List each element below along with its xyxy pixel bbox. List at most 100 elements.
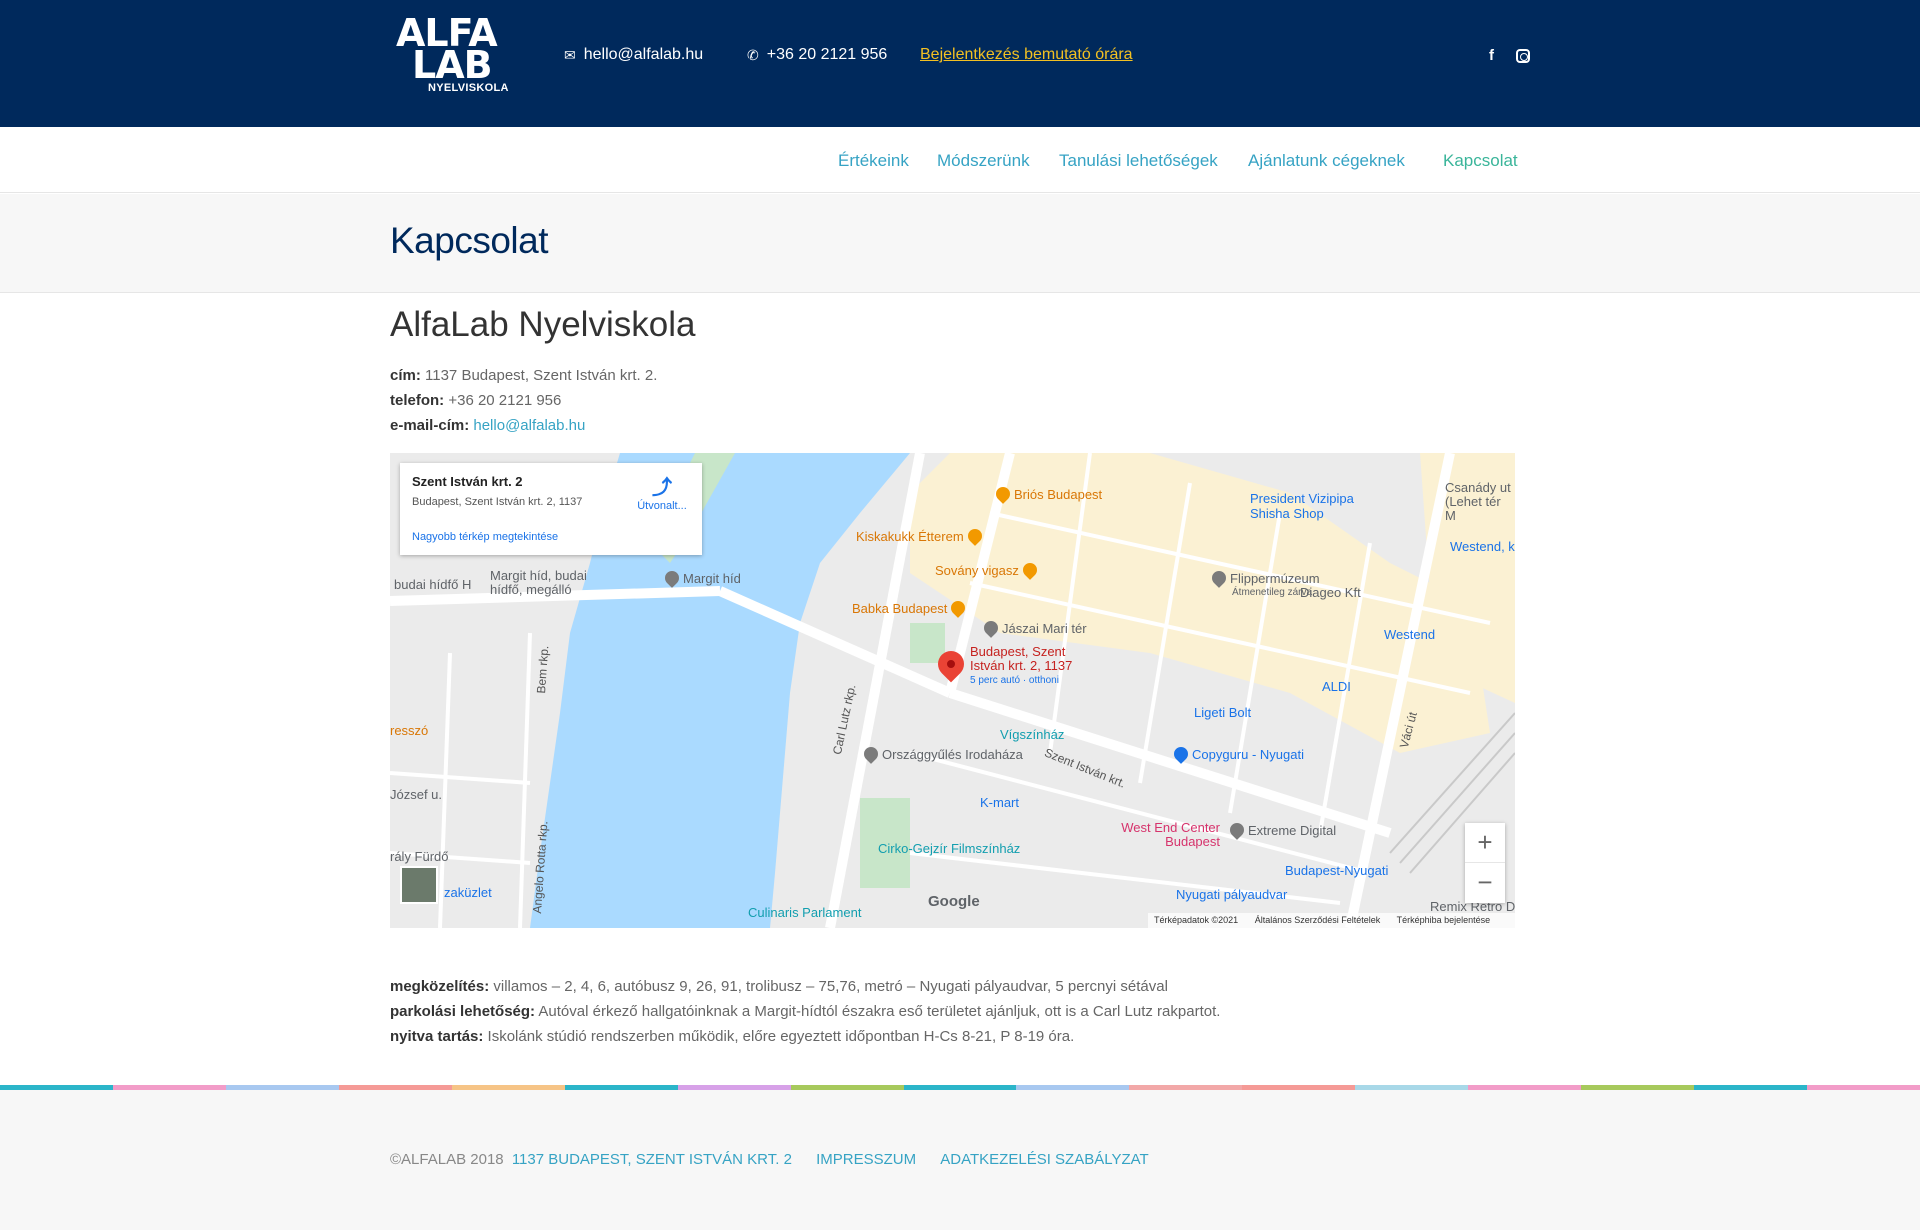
map-poi-diageo[interactable]: Diageo Kft xyxy=(1300,585,1361,600)
logo-text-nyelviskola: NYELVISKOLA xyxy=(428,82,509,94)
poi-label: Westend, k xyxy=(1450,539,1515,554)
instagram-icon[interactable] xyxy=(1516,49,1530,63)
map-poi-csanady[interactable]: Csanády ut (Lehet tér M xyxy=(1445,481,1515,523)
nav-item-ajanlatunk-cegeknek[interactable]: Ajánlatunk cégeknek xyxy=(1248,151,1405,171)
nav-item-kapcsolat[interactable]: Kapcsolat xyxy=(1443,151,1518,171)
map-poi-orszaggyules[interactable]: Országgyűlés Irodaháza xyxy=(861,744,1023,764)
map-poi-extreme[interactable]: Extreme Digital xyxy=(1227,820,1337,840)
poi-label: Csanády ut (Lehet tér M xyxy=(1445,480,1511,523)
map-poi-kiskakukk[interactable]: Kiskakukk Étterem xyxy=(856,526,986,546)
map-report-link[interactable]: Térképhiba bejelentése xyxy=(1397,915,1491,925)
poi-label: Cirko-Gejzír Filmszínház xyxy=(878,841,1021,856)
map-poi-babka[interactable]: Babka Budapest xyxy=(852,598,969,618)
top-header: ALFA LAB NYELVISKOLA ✉ hello@alfalab.hu … xyxy=(0,0,1920,127)
map-poi-kmart[interactable]: K-mart xyxy=(980,795,1019,810)
organization-name: AlfaLab Nyelviskola xyxy=(390,305,696,344)
google-logo: Google xyxy=(928,893,980,910)
poi-label: Ligeti Bolt xyxy=(1194,705,1252,720)
footer-impresszum-link[interactable]: IMPRESSZUM xyxy=(816,1151,916,1168)
map-data-credit: Térképadatok ©2021 xyxy=(1154,915,1239,925)
logo-text-lab: LAB xyxy=(412,43,493,87)
poi-label: resszó xyxy=(390,723,429,738)
map-poi-westend-center[interactable]: West End Center Budapest xyxy=(1110,821,1220,849)
approach-label: megközelítés: xyxy=(390,978,490,995)
map-poi-vigszinhaz[interactable]: Vígszínház xyxy=(1000,727,1064,742)
nav-item-ertekeink[interactable]: Értékeink xyxy=(838,151,909,171)
map-poi-westend-k[interactable]: Westend, k xyxy=(1450,539,1515,554)
map-poi-presszo[interactable]: resszó xyxy=(390,723,428,738)
header-email-link[interactable]: ✉ hello@alfalab.hu xyxy=(564,46,703,64)
address-label: cím: xyxy=(390,367,421,384)
map-card-address: Budapest, Szent István krt. 2, 1137 xyxy=(412,496,583,508)
poi-label: Vígszínház xyxy=(1000,727,1065,742)
footer-address-link[interactable]: 1137 BUDAPEST, SZENT ISTVÁN KRT. 2 xyxy=(512,1151,792,1168)
map-info-card: Szent István krt. 2 Budapest, Szent Istv… xyxy=(400,463,702,555)
map-poi-aldi[interactable]: ALDI xyxy=(1322,679,1351,694)
map-poi-president[interactable]: President Vizipipa Shisha Shop xyxy=(1250,491,1390,521)
map-poi-culinaris[interactable]: Culinaris Parlament xyxy=(748,905,861,920)
page-title: Kapcsolat xyxy=(390,220,549,261)
header-phone-link[interactable]: ✆ +36 20 2121 956 xyxy=(747,46,887,64)
map-poi-budai-hidfo[interactable]: budai hídfő H xyxy=(394,577,471,592)
email-line: e-mail-cím: hello@alfalab.hu xyxy=(390,417,585,434)
location-marker-sub: 5 perc autó · otthoni xyxy=(970,675,1059,686)
nav-item-modszerunk[interactable]: Módszerünk xyxy=(937,151,1030,171)
map-attribution: Térképadatok ©2021 Általános Szerződési … xyxy=(1148,913,1515,928)
phone-label: telefon: xyxy=(390,392,445,409)
map-poi-margit-hid[interactable]: Margit híd xyxy=(662,568,741,588)
google-map[interactable]: Szent István krt. 2 Budapest, Szent Istv… xyxy=(390,453,1515,928)
map-poi-copyguru[interactable]: Copyguru - Nyugati xyxy=(1171,744,1304,764)
poi-label: Kiskakukk Étterem xyxy=(856,529,964,544)
map-poi-jaszai[interactable]: Jászai Mari tér xyxy=(981,618,1087,638)
satellite-toggle-thumbnail[interactable] xyxy=(400,866,438,904)
directions-icon: ⤴ xyxy=(652,477,672,499)
poi-pin-icon xyxy=(1209,568,1229,588)
nav-item-tanulasi-lehetosegek[interactable]: Tanulási lehetőségek xyxy=(1059,151,1218,171)
header-phone-text: +36 20 2121 956 xyxy=(766,46,888,63)
poi-pin-icon xyxy=(662,568,682,588)
larger-map-link[interactable]: Nagyobb térkép megtekintése xyxy=(412,531,558,543)
zoom-in-button[interactable]: + xyxy=(1465,823,1505,863)
poi-label: rály Fürdő xyxy=(390,849,449,864)
food-pin-icon xyxy=(964,526,985,546)
map-poi-westend[interactable]: Westend xyxy=(1384,627,1435,642)
email-link[interactable]: hello@alfalab.hu xyxy=(473,417,585,434)
poi-label: Margit híd xyxy=(683,571,741,586)
zoom-out-button[interactable]: − xyxy=(1465,863,1505,903)
poi-label: Flippermúzeum xyxy=(1230,571,1320,586)
poi-label: Sovány vigasz xyxy=(935,563,1019,578)
poi-label: Westend xyxy=(1384,627,1436,642)
address-value: 1137 Budapest, Szent István krt. 2. xyxy=(425,367,658,384)
map-poi-kiraly[interactable]: rály Fürdő xyxy=(390,849,449,864)
map-poi-brios[interactable]: Briós Budapest xyxy=(993,484,1102,504)
poi-label: Jászai Mari tér xyxy=(1002,621,1087,636)
map-poi-cirko[interactable]: Cirko-Gejzír Filmszínház xyxy=(878,841,1020,856)
poi-label: Extreme Digital xyxy=(1248,823,1337,838)
demo-signup-link[interactable]: Bejelentkezés bemutató órára xyxy=(920,46,1133,64)
poi-label: ALDI xyxy=(1322,679,1351,694)
poi-label: zaküzlet xyxy=(444,885,492,900)
map-poi-margit-hid-budai[interactable]: Margit híd, budai hídfő, megálló xyxy=(490,569,620,597)
map-poi-bp-nyugati[interactable]: Budapest-Nyugati xyxy=(1285,863,1388,878)
map-poi-nyugati-pu[interactable]: Nyugati pályaudvar xyxy=(1176,887,1287,902)
poi-label: Országgyűlés Irodaháza xyxy=(882,747,1023,762)
poi-label: K-mart xyxy=(980,795,1019,810)
map-card-title: Szent István krt. 2 xyxy=(412,474,523,489)
envelope-icon: ✉ xyxy=(564,46,576,63)
hours-value: Iskolánk stúdió rendszerben működik, elő… xyxy=(487,1028,1075,1045)
phone-icon: ✆ xyxy=(747,46,759,63)
facebook-icon[interactable]: f xyxy=(1489,47,1494,64)
food-pin-icon xyxy=(1019,560,1040,580)
parking-line: parkolási lehetőség: Autóval érkező hall… xyxy=(390,1003,1220,1020)
map-poi-flipper[interactable]: Flippermúzeum xyxy=(1209,568,1320,588)
map-poi-uzlet[interactable]: zaküzlet xyxy=(444,885,492,900)
alfalab-logo[interactable]: ALFA LAB NYELVISKOLA xyxy=(396,14,509,96)
footer-privacy-link[interactable]: ADATKEZELÉSI SZABÁLYZAT xyxy=(940,1151,1148,1168)
food-pin-icon xyxy=(948,598,969,618)
directions-button[interactable]: ⤴ Útvonalt... xyxy=(632,471,692,512)
map-zoom-control: + − xyxy=(1465,823,1505,903)
poi-label: President Vizipipa Shisha Shop xyxy=(1250,491,1354,521)
map-poi-sovany[interactable]: Sovány vigasz xyxy=(935,560,1041,580)
map-terms-link[interactable]: Általános Szerződési Feltételek xyxy=(1255,915,1381,925)
map-poi-ligeti[interactable]: Ligeti Bolt xyxy=(1194,705,1251,720)
